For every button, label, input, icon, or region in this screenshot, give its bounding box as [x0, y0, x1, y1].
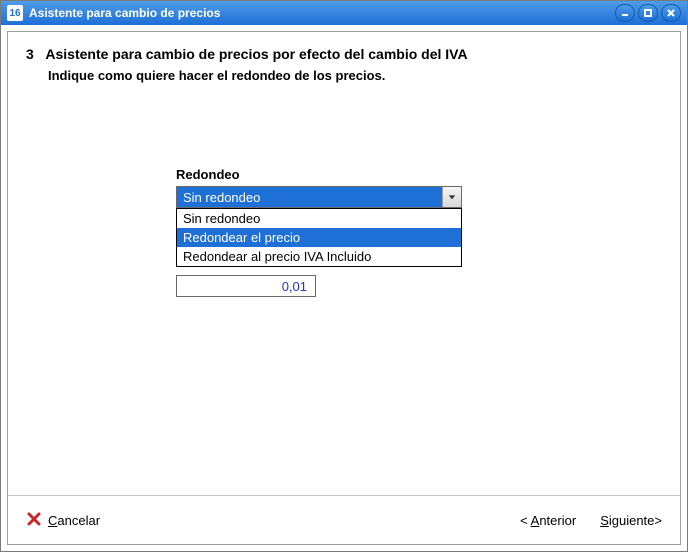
window-title: Asistente para cambio de precios — [29, 6, 609, 20]
step-number: 3 — [26, 46, 42, 62]
rounding-option-2[interactable]: Redondear al precio IVA Incluido — [177, 247, 461, 266]
rounding-combobox[interactable]: Sin redondeo Sin redondeo Redondear el p… — [176, 186, 462, 208]
wizard-body: 3 Asistente para cambio de precios por e… — [7, 31, 681, 545]
wizard-content: Redondeo Sin redondeo Sin redondeo Redon… — [8, 105, 680, 495]
rounding-precision-field[interactable]: 0,01 — [176, 275, 316, 297]
titlebar: 16 Asistente para cambio de precios — [1, 1, 687, 25]
back-prefix: < — [520, 513, 531, 528]
back-rest: nterior — [539, 513, 576, 528]
cancel-icon — [26, 511, 42, 530]
wizard-footer: Cancelar < Anterior Siguiente> — [8, 495, 680, 544]
next-mnemonic: S — [600, 513, 609, 528]
cancel-button[interactable]: Cancelar — [26, 511, 100, 530]
rounding-label: Redondeo — [176, 167, 462, 182]
next-button[interactable]: Siguiente> — [600, 513, 662, 528]
wizard-window: 16 Asistente para cambio de precios 3 As… — [0, 0, 688, 552]
app-icon: 16 — [7, 5, 23, 21]
app-icon-text: 16 — [9, 8, 20, 19]
minimize-button[interactable] — [615, 4, 635, 22]
step-subtitle: Indique como quiere hacer el redondeo de… — [48, 68, 662, 83]
rounding-dropdown: Sin redondeo Redondear el precio Redonde… — [176, 208, 462, 267]
rounding-precision-value: 0,01 — [282, 279, 307, 294]
step-title: Asistente para cambio de precios por efe… — [45, 46, 467, 62]
rounding-selected-value: Sin redondeo — [177, 190, 442, 205]
back-button[interactable]: < Anterior — [520, 513, 576, 528]
next-rest: iguiente — [609, 513, 655, 528]
wizard-header: 3 Asistente para cambio de precios por e… — [8, 32, 680, 105]
chevron-down-icon — [442, 187, 461, 207]
cancel-label: Cancelar — [48, 513, 100, 528]
close-button[interactable] — [661, 4, 681, 22]
rounding-option-0[interactable]: Sin redondeo — [177, 209, 461, 228]
maximize-button[interactable] — [638, 4, 658, 22]
window-controls — [615, 4, 681, 22]
next-suffix: > — [654, 513, 662, 528]
rounding-field: Redondeo Sin redondeo Sin redondeo Redon… — [176, 167, 462, 208]
step-heading: 3 Asistente para cambio de precios por e… — [26, 46, 662, 62]
rounding-option-1[interactable]: Redondear el precio — [177, 228, 461, 247]
